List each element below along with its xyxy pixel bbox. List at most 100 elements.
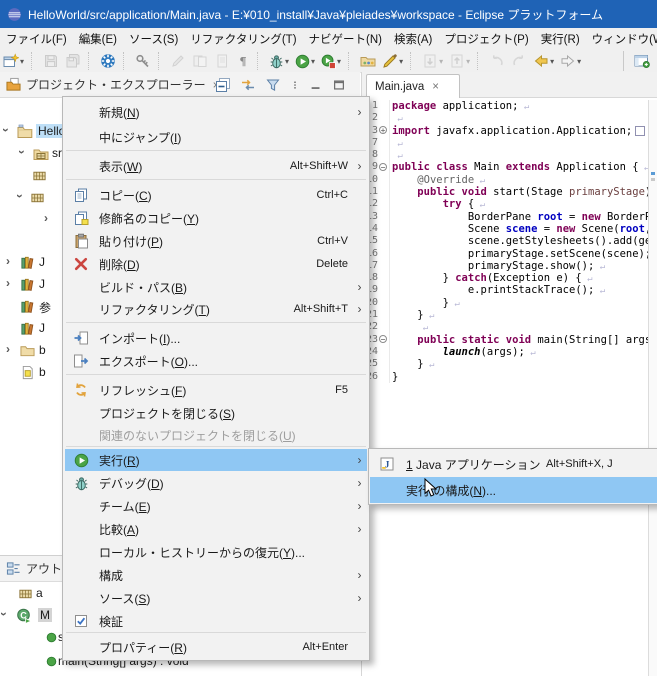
menubar-item[interactable]: リファクタリング(T): [184, 28, 302, 50]
toolbar-open-folder-button[interactable]: [358, 52, 378, 70]
chevron-expanded-icon[interactable]: ›: [15, 150, 29, 154]
code-text[interactable]: primaryStage.setScene(scene); ↵: [390, 248, 649, 260]
dropdown-arrow-icon[interactable]: ▾: [20, 57, 24, 66]
menu-item-show-in[interactable]: 表示(W) Alt+Shift+W ›: [65, 155, 367, 177]
fold-collapse-icon[interactable]: −: [379, 335, 387, 344]
menu-item-configure[interactable]: 構成 ›: [65, 564, 367, 586]
menu-item-jump-into[interactable]: 中にジャンプ(I): [65, 126, 367, 148]
filter-icon[interactable]: [265, 77, 281, 93]
toolbar-debug-button[interactable]: ▾: [267, 53, 291, 70]
code-text[interactable]: e.printStackTrace(); ↵: [390, 284, 649, 296]
menu-item-paste[interactable]: 貼り付け(P) Ctrl+V: [65, 230, 367, 252]
menu-item-team[interactable]: チーム(E) ›: [65, 495, 367, 517]
toolbar-run-button[interactable]: ▾: [293, 53, 317, 70]
code-area[interactable]: 1 package application; ↵ 2 ↵ 3 + import javaf…: [362, 100, 649, 676]
dropdown-arrow-icon[interactable]: ▾: [337, 57, 341, 66]
chevron-collapsed-icon[interactable]: ›: [6, 254, 10, 268]
collapse-all-icon[interactable]: [215, 77, 231, 93]
chevron-expanded-icon[interactable]: ›: [13, 194, 27, 198]
chevron-expanded-icon[interactable]: ›: [0, 128, 13, 132]
toolbar-perspective-button[interactable]: [632, 52, 652, 70]
fold-expand-icon[interactable]: +: [379, 126, 387, 135]
code-text[interactable]: ↵: [390, 149, 649, 161]
toolbar-paintbrush-button[interactable]: ▾: [380, 52, 405, 70]
project-explorer-title[interactable]: プロジェクト・エクスプローラー: [26, 76, 206, 93]
code-text[interactable]: }: [390, 371, 649, 383]
code-text[interactable]: launch(args); ↵: [390, 346, 649, 358]
dropdown-arrow-icon[interactable]: ▾: [285, 57, 289, 66]
code-text[interactable]: } catch(Exception e) { ↵: [390, 272, 649, 284]
menubar-item[interactable]: 検索(A): [388, 28, 438, 50]
toolbar-forward-button[interactable]: ▾: [558, 52, 583, 70]
toolbar-pilcrow-button[interactable]: ¶: [234, 52, 252, 70]
menu-item-copy-qualified-name[interactable]: 修飾名のコピー(Y): [65, 207, 367, 229]
menu-item-export[interactable]: エクスポート(O)...: [65, 350, 367, 372]
toolbar-key-button[interactable]: [133, 52, 153, 70]
toolbar-new-wizard-button[interactable]: ▾: [1, 52, 26, 70]
menu-item-debug-as[interactable]: デバッグ(D) ›: [65, 472, 367, 494]
code-text[interactable]: Scene scene = new Scene(root,40: [390, 223, 649, 235]
menu-item-build-path[interactable]: ビルド・パス(B) ›: [65, 276, 367, 298]
menu-item-refresh[interactable]: リフレッシュ(F) F5: [65, 379, 367, 401]
dropdown-arrow-icon[interactable]: ▾: [550, 57, 554, 66]
menu-item-close-project[interactable]: プロジェクトを閉じる(S): [65, 402, 367, 424]
code-text[interactable]: public void start(Stage primaryStage): [390, 186, 649, 198]
code-text[interactable]: ↵: [390, 112, 649, 124]
chevron-expanded-icon[interactable]: ›: [0, 612, 11, 616]
overview-marker[interactable]: [651, 178, 655, 181]
view-menu-icon[interactable]: [290, 77, 300, 93]
dropdown-arrow-icon[interactable]: ▾: [439, 57, 443, 66]
code-text[interactable]: @Override ↵: [390, 174, 649, 186]
dropdown-arrow-icon[interactable]: ▾: [466, 57, 470, 66]
fold-collapse-icon[interactable]: −: [379, 162, 387, 171]
code-text[interactable]: BorderPane root = new BorderPan: [390, 211, 649, 223]
menu-item-import[interactable]: インポート(I)...: [65, 327, 367, 349]
code-text[interactable]: public static void main(String[] args: [390, 334, 649, 346]
editor-tab-main-java[interactable]: Main.java ×: [366, 74, 460, 98]
menu-item-run-as[interactable]: 実行(R) ›: [65, 449, 367, 471]
dropdown-arrow-icon[interactable]: ▾: [577, 57, 581, 66]
code-text[interactable]: try { ↵: [390, 198, 649, 210]
submenu-item-java-application[interactable]: J 1 Java アプリケーション Alt+Shift+X, J: [370, 451, 657, 477]
editor-tab-close-icon[interactable]: ×: [432, 81, 439, 93]
chevron-collapsed-icon[interactable]: ›: [6, 276, 10, 290]
code-text[interactable]: public class Main extends Application { …: [390, 161, 649, 173]
minimize-icon[interactable]: [309, 78, 323, 92]
overview-marker[interactable]: [651, 172, 655, 175]
code-text[interactable]: package application; ↵: [390, 100, 649, 112]
code-text[interactable]: } ↵: [390, 358, 649, 370]
menubar-item[interactable]: 編集(E): [73, 28, 123, 50]
menu-item-delete[interactable]: 削除(D) Delete: [65, 253, 367, 275]
menu-item-properties[interactable]: プロパティー(R) Alt+Enter: [65, 636, 367, 658]
menubar-item[interactable]: ファイル(F): [0, 28, 73, 50]
menubar-item[interactable]: プロジェクト(P): [438, 28, 534, 50]
menu-item-copy[interactable]: コピー(C) Ctrl+C: [65, 184, 367, 206]
menu-item-compare-with[interactable]: 比較(A) ›: [65, 518, 367, 540]
menubar-item[interactable]: ナビゲート(N): [303, 28, 388, 50]
chevron-collapsed-icon[interactable]: ›: [44, 211, 48, 225]
submenu-item-run-configurations[interactable]: 実行 の構成(N)...: [370, 477, 657, 503]
toolbar-gear-button[interactable]: [98, 52, 118, 70]
code-text[interactable]: } ↵: [390, 297, 649, 309]
dropdown-arrow-icon[interactable]: ▾: [311, 57, 315, 66]
collapsed-region-icon[interactable]: [635, 125, 646, 136]
code-text[interactable]: scene.getStylesheets().add(getCl: [390, 235, 649, 247]
link-editor-icon[interactable]: [240, 77, 256, 93]
toolbar-run-coverage-button[interactable]: ▾: [319, 53, 343, 70]
menu-item-source[interactable]: ソース(S) ›: [65, 587, 367, 609]
code-text[interactable]: primaryStage.show(); ↵: [390, 260, 649, 272]
menu-item-refactor[interactable]: リファクタリング(T) Alt+Shift+T ›: [65, 298, 367, 320]
maximize-icon[interactable]: [332, 78, 346, 92]
menubar-item[interactable]: 実行(R): [535, 28, 586, 50]
menubar-item[interactable]: ソース(S): [123, 28, 184, 50]
menu-item-validate[interactable]: 検証: [65, 610, 367, 632]
code-text[interactable]: import javafx.application.Application;: [390, 125, 649, 137]
toolbar-back-button[interactable]: ▾: [531, 52, 556, 70]
code-text[interactable]: } ↵: [390, 309, 649, 321]
menu-item-restore-from-local-history[interactable]: ローカル・ヒストリーからの復元(Y)...: [65, 541, 367, 563]
dropdown-arrow-icon[interactable]: ▾: [399, 57, 403, 66]
overview-ruler[interactable]: [648, 100, 657, 676]
code-text[interactable]: ↵: [390, 321, 649, 333]
chevron-collapsed-icon[interactable]: ›: [6, 342, 10, 356]
menu-item-new[interactable]: 新規(N) ›: [65, 101, 367, 123]
